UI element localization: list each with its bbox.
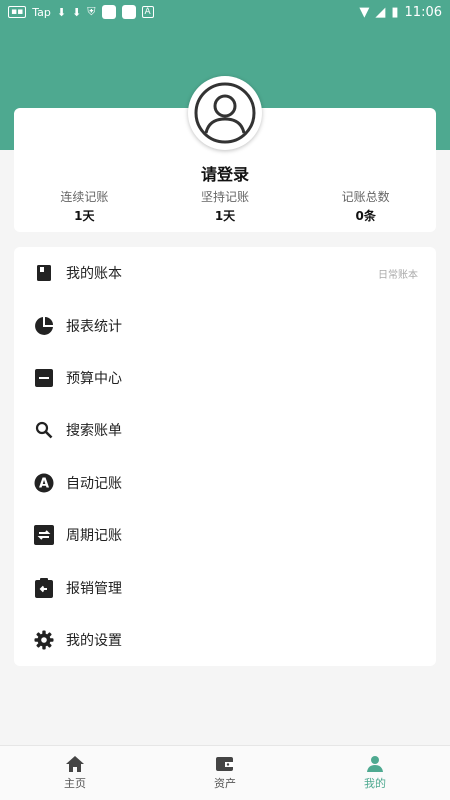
clipboard-icon xyxy=(34,577,54,598)
search-icon xyxy=(34,420,54,440)
menu-label: 我的账本 xyxy=(66,266,122,283)
menu-note: 日常账本 xyxy=(378,269,418,281)
login-prompt[interactable]: 请登录 xyxy=(0,161,450,185)
menu-label: 搜索账单 xyxy=(66,423,122,440)
avatar[interactable] xyxy=(188,76,262,150)
user-avatar-icon xyxy=(194,82,256,144)
stat-total: 记账总数 0条 xyxy=(295,188,436,224)
user-icon xyxy=(367,756,383,772)
auto-icon: A xyxy=(34,473,54,493)
menu-item-search[interactable]: 搜索账单 xyxy=(14,404,436,456)
stat-value: 1天 xyxy=(74,209,95,223)
menu-label: 自动记账 xyxy=(66,475,122,492)
book-icon xyxy=(34,263,54,283)
status-time: 11:06 xyxy=(404,4,442,20)
menu-item-budget[interactable]: 预算中心 xyxy=(14,352,436,404)
menu-label: 报表统计 xyxy=(66,318,122,335)
notification-icon xyxy=(121,5,136,19)
repeat-icon xyxy=(34,525,54,546)
menu-label: 我的设置 xyxy=(66,632,122,649)
pie-chart-icon xyxy=(34,316,54,336)
stat-label: 记账总数 xyxy=(341,190,390,204)
status-app-label: Tap xyxy=(32,5,51,19)
tab-label: 资产 xyxy=(214,777,236,790)
menu-item-recurring[interactable]: 周期记账 xyxy=(14,509,436,561)
menu-label: 报销管理 xyxy=(66,580,122,597)
budget-icon xyxy=(34,368,54,388)
menu-item-my-books[interactable]: 我的账本 日常账本 xyxy=(14,247,436,299)
wifi-icon: ▼ xyxy=(359,4,370,20)
notification-icon xyxy=(101,5,116,19)
tab-home[interactable]: 主页 xyxy=(0,746,150,800)
stat-persist: 坚持记账 1天 xyxy=(155,188,296,224)
menu-label: 周期记账 xyxy=(66,528,122,545)
signal-icon: ◢ xyxy=(375,4,386,20)
tab-mine[interactable]: 我的 xyxy=(300,746,450,800)
stat-label: 连续记账 xyxy=(60,190,109,204)
menu-item-reimbursement[interactable]: 报销管理 xyxy=(14,561,436,613)
svg-text:A: A xyxy=(39,476,49,491)
menu-label: 预算中心 xyxy=(66,370,122,387)
menu-item-auto[interactable]: A 自动记账 xyxy=(14,457,436,509)
tab-assets[interactable]: 资产 xyxy=(150,746,300,800)
text-icon: A xyxy=(141,6,154,18)
tab-label: 我的 xyxy=(364,777,386,790)
tab-label: 主页 xyxy=(64,777,86,790)
shield-icon: ⛨ xyxy=(87,5,96,18)
stat-value: 1天 xyxy=(214,209,236,223)
gear-icon xyxy=(34,630,54,650)
home-icon xyxy=(66,756,84,772)
download-icon: ⬇ xyxy=(56,5,67,19)
battery-icon: ▮ xyxy=(391,4,399,20)
stat-label: 坚持记账 xyxy=(201,190,250,204)
menu-item-reports[interactable]: 报表统计 xyxy=(14,299,436,351)
menu-item-settings[interactable]: 我的设置 xyxy=(14,614,436,666)
stats-row: 连续记账 1天 坚持记账 1天 记账总数 0条 xyxy=(14,188,436,224)
stat-value: 0条 xyxy=(355,209,376,223)
menu-list: 我的账本 日常账本 报表统计 预算中心 搜索账单 A 自动记账 周期记账 报销管… xyxy=(14,247,436,666)
status-bar: ▪▪ Tap ⬇ ⬇ ⛨ A ▼ ◢ ▮ 11:06 xyxy=(0,0,450,24)
wallet-icon xyxy=(216,757,233,771)
bottom-nav: 主页 资产 我的 xyxy=(0,745,450,800)
app-notification-icon: ▪▪ xyxy=(8,6,27,18)
stat-consecutive: 连续记账 1天 xyxy=(14,188,155,224)
download-icon: ⬇ xyxy=(72,5,82,19)
